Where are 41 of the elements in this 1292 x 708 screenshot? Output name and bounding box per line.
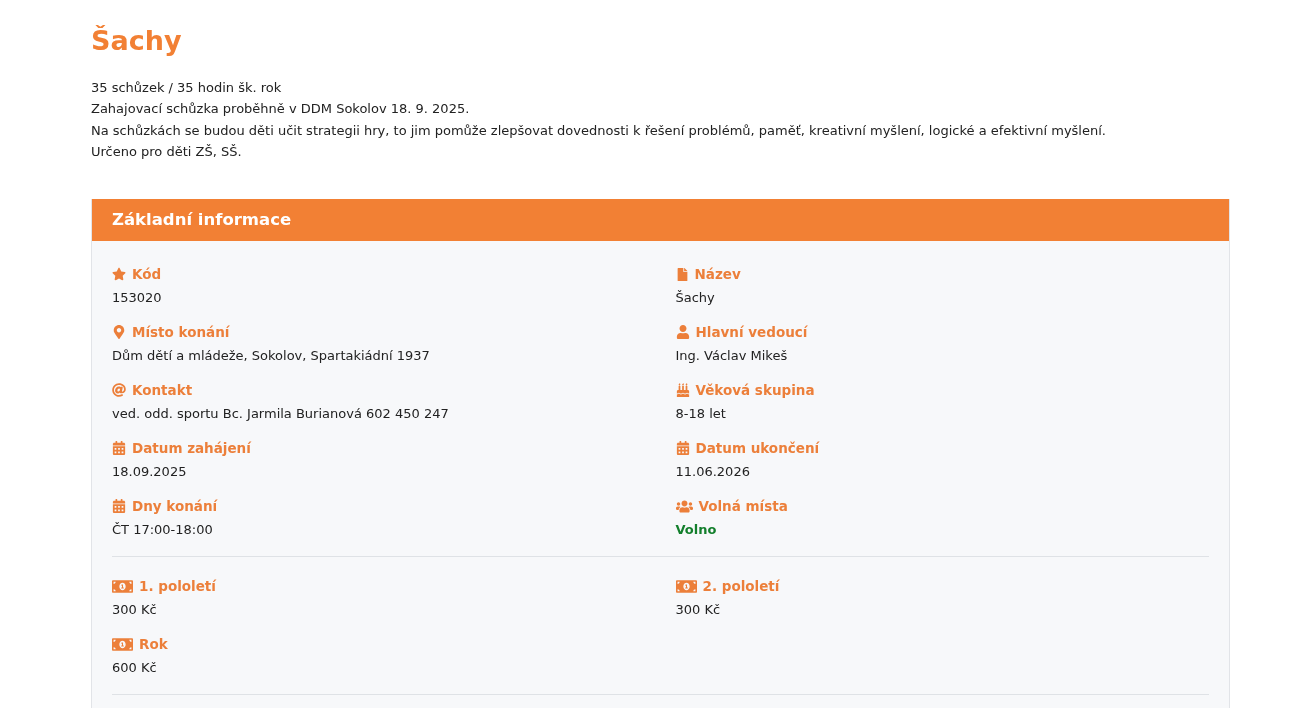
star-icon bbox=[112, 267, 126, 282]
page-title: Šachy bbox=[91, 24, 183, 58]
description-line: Na schůzkách se budou děti učit strategii hry, to jim pomůže zlepšovat dovednosti k řešení problémů, paměť, kreativní myšlení, logické a efektivní myšlení. bbox=[91, 121, 1107, 140]
cake-icon bbox=[675, 383, 690, 398]
field-label: Název bbox=[694, 266, 741, 283]
card-header: Základní informace bbox=[92, 199, 1229, 242]
field-value: Ing. Václav Mikeš bbox=[675, 348, 788, 364]
field-value: Dům dětí a mládeže, Sokolov, Spartakiádní 1937 bbox=[112, 348, 430, 364]
calendar-icon bbox=[112, 441, 126, 456]
description-line: 35 schůzek / 35 hodin šk. rok bbox=[91, 79, 283, 97]
field-label: Kontakt bbox=[132, 382, 193, 399]
field-label: Rok bbox=[139, 636, 168, 653]
field-value: 153020 bbox=[112, 290, 162, 306]
calendar-icon bbox=[675, 441, 690, 456]
document-icon bbox=[675, 267, 689, 281]
field-value: 18.09.2025 bbox=[112, 464, 187, 480]
field-value: ČT 17:00-18:00 bbox=[112, 522, 213, 538]
field-label: Hlavní vedoucí bbox=[695, 324, 808, 341]
description-line: Zahajovací schůzka proběhně v DDM Sokolov 18. 9. 2025. bbox=[91, 100, 471, 119]
field-label: Věková skupina bbox=[695, 382, 815, 399]
field-value: 300 Kč bbox=[675, 602, 721, 618]
field-label: Datum zahájení bbox=[132, 440, 251, 457]
calendar-icon bbox=[112, 499, 126, 514]
field-label: 2. pololetí bbox=[702, 578, 780, 595]
field-value: 600 Kč bbox=[112, 660, 157, 676]
field-label: Místo konání bbox=[132, 324, 230, 341]
field-value: 8-18 let bbox=[675, 406, 726, 422]
field-label: Datum ukončení bbox=[695, 440, 820, 457]
description-line: Určeno pro děti ZŠ, SŠ. bbox=[91, 142, 243, 161]
status-value: Volno bbox=[675, 522, 717, 538]
field-label: 1. pololetí bbox=[139, 578, 216, 595]
field-value: 300 Kč bbox=[112, 602, 157, 618]
field-label: Volná místa bbox=[698, 498, 788, 515]
field-value: Šachy bbox=[675, 290, 715, 306]
field-label: Kód bbox=[132, 266, 162, 283]
at-sign-icon bbox=[112, 383, 126, 398]
field-value: ved. odd. sportu Bc. Jarmila Burianová 602 450 247 bbox=[112, 406, 449, 422]
map-pin-icon bbox=[112, 325, 126, 340]
field-label: Dny konání bbox=[132, 498, 218, 515]
user-icon bbox=[675, 325, 690, 340]
field-value: 11.06.2026 bbox=[675, 464, 750, 480]
